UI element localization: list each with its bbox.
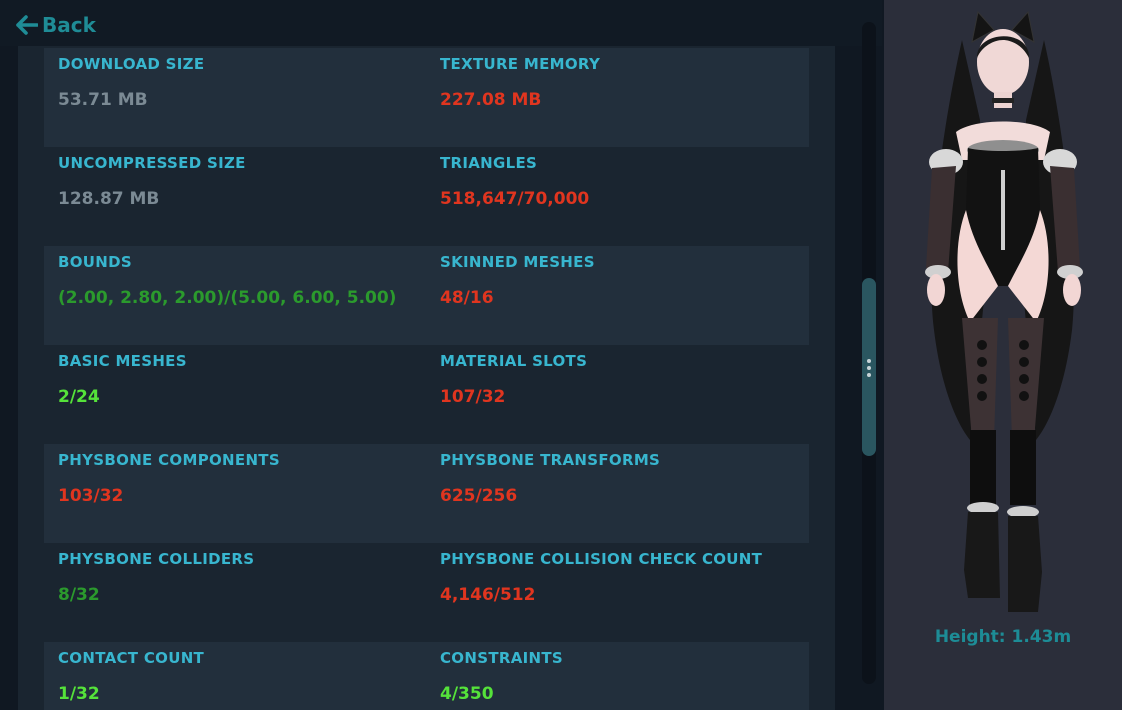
stat-label: PHYSBONE TRANSFORMS — [440, 451, 661, 469]
stat-value: 4,146/512 — [440, 585, 536, 605]
stat-row: PHYSBONE COLLIDERS 8/32 PHYSBONE COLLISION… — [44, 543, 809, 642]
stat-value: (2.00, 2.80, 2.00)/(5.00, 6.00, 5.00) — [58, 288, 397, 308]
stat-label: SKINNED MESHES — [440, 253, 595, 271]
avatar-preview-panel: Height: 1.43m — [884, 0, 1122, 710]
stat-label: CONTACT COUNT — [58, 649, 205, 667]
arrow-left-icon — [16, 15, 38, 35]
stat-row: BOUNDS (2.00, 2.80, 2.00)/(5.00, 6.00, 5.… — [44, 246, 809, 345]
stat-label: DOWNLOAD SIZE — [58, 55, 205, 73]
stat-value: 107/32 — [440, 387, 506, 407]
stat-value: 227.08 MB — [440, 90, 542, 110]
scrollbar-grip-dot — [867, 373, 871, 377]
stat-row: BASIC MESHES 2/24 MATERIAL SLOTS 107/32 — [44, 345, 809, 444]
stat-value: 48/16 — [440, 288, 494, 308]
stat-row: CONTACT COUNT 1/32 CONSTRAINTS 4/350 — [44, 642, 809, 710]
stat-label: CONSTRAINTS — [440, 649, 563, 667]
avatar-preview-image — [925, 10, 1083, 612]
stat-label: TEXTURE MEMORY — [440, 55, 601, 73]
stat-row: UNCOMPRESSED SIZE 128.87 MB TRIANGLES 518,6… — [44, 147, 809, 246]
stat-value: 103/32 — [58, 486, 124, 506]
stat-label: BOUNDS — [58, 253, 132, 271]
stat-value: 1/32 — [58, 684, 100, 704]
stat-label: MATERIAL SLOTS — [440, 352, 588, 370]
stat-value: 4/350 — [440, 684, 494, 704]
back-button[interactable]: Back — [16, 12, 96, 38]
stat-value: 128.87 MB — [58, 189, 160, 209]
stat-row: PHYSBONE COMPONENTS 103/32 PHYSBONE TRANSF… — [44, 444, 809, 543]
stat-label: PHYSBONE COLLISION CHECK COUNT — [440, 550, 763, 568]
stat-value: 518,647/70,000 — [440, 189, 590, 209]
stat-value: 53.71 MB — [58, 90, 148, 110]
stat-value: 625/256 — [440, 486, 518, 506]
stat-row: DOWNLOAD SIZE 53.71 MB TEXTURE MEMORY 227.0… — [44, 48, 809, 147]
back-label: Back — [42, 13, 96, 37]
stat-label: TRIANGLES — [440, 154, 538, 172]
stats-panel[interactable]: DOWNLOAD SIZE 53.71 MB TEXTURE MEMORY 227.0… — [18, 46, 835, 710]
stat-label: UNCOMPRESSED SIZE — [58, 154, 246, 172]
stat-label: PHYSBONE COLLIDERS — [58, 550, 255, 568]
stat-label: PHYSBONE COMPONENTS — [58, 451, 280, 469]
top-bar: Back — [0, 0, 882, 46]
stat-value: 8/32 — [58, 585, 100, 605]
scrollbar-grip-dot — [867, 366, 871, 370]
scrollbar-grip-dot — [867, 359, 871, 363]
stat-value: 2/24 — [58, 387, 100, 407]
stat-label: BASIC MESHES — [58, 352, 187, 370]
avatar-height-label: Height: 1.43m — [934, 627, 1072, 647]
